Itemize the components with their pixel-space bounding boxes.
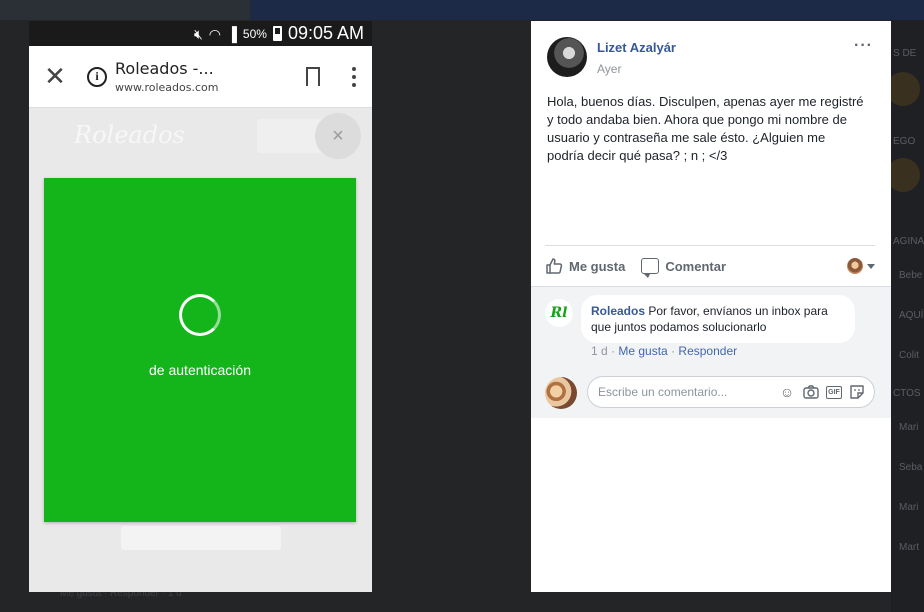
comment-input[interactable] [598, 385, 778, 399]
post-options-button[interactable]: ··· [854, 37, 873, 55]
author-name[interactable]: Lizet Azalyár [597, 40, 676, 55]
sticker-icon[interactable] [848, 383, 866, 401]
phone-screenshot[interactable]: 🔇︎ ◠ ▐ 50% 09:05 AM ✕ i Roleados -... ww… [29, 21, 372, 592]
comment-button[interactable]: Comentar [641, 258, 727, 278]
battery-percent: 50% [242, 26, 267, 41]
dimmed-right-item: Colit [899, 350, 920, 361]
close-icon[interactable]: ✕ [41, 61, 69, 92]
dimmed-right-item: Seba [899, 462, 923, 473]
comment-composer[interactable]: ☺︎ GIF [587, 376, 875, 408]
post-timestamp[interactable]: Ayer [597, 62, 676, 76]
dimmed-right-item: Bebe [899, 270, 923, 281]
modal-close-button[interactable]: × [315, 113, 361, 159]
dimmed-right-item: AGINA [893, 236, 924, 247]
dimmed-avatar [886, 72, 920, 106]
dimmed-right-item: S DE [893, 48, 917, 59]
comment-bubble: Roleados Por favor, envíanos un inbox pa… [581, 295, 855, 343]
bookmark-icon[interactable] [306, 67, 320, 88]
signal-icon: ▐ [226, 25, 237, 42]
composer-tools: ☺︎ GIF [778, 383, 866, 401]
facebook-post: Lizet Azalyár Ayer ··· Hola, buenos días… [531, 21, 891, 592]
more-options-icon[interactable] [352, 66, 356, 87]
dimmed-right-item: Mart [899, 542, 919, 553]
loading-spinner-icon [179, 294, 221, 336]
tab-title-block: Roleados -... www.roleados.com [115, 59, 306, 94]
screenshot: S DE EGO AGINA Bebe AQUÍ Colit CTOS Mari… [0, 0, 924, 612]
comment-age[interactable]: 1 d [591, 344, 608, 358]
tab-url: www.roleados.com [115, 81, 219, 94]
like-button[interactable]: Me gusta [545, 257, 625, 275]
comment-meta: 1 d · Me gusta · Responder [591, 344, 737, 358]
camera-icon[interactable] [802, 383, 820, 401]
dimmed-right-item: Mari [899, 422, 919, 433]
dimmed-search-area [0, 0, 250, 20]
comment-label: Comentar [665, 258, 727, 274]
comment-like-link[interactable]: Me gusta [618, 344, 667, 358]
info-icon[interactable]: i [87, 66, 107, 87]
separator: · [671, 344, 676, 358]
smiley-icon[interactable]: ☺︎ [778, 383, 796, 401]
dimmed-right-item: EGO [893, 136, 916, 147]
post-body: Hola, buenos días. Disculpen, apenas aye… [547, 94, 864, 163]
android-status-bar: 🔇︎ ◠ ▐ 50% 09:05 AM [29, 21, 372, 46]
comment-reply-link[interactable]: Responder [678, 344, 737, 358]
roleados-avatar[interactable]: Rl [545, 299, 573, 327]
auth-message: de autenticación [149, 362, 251, 378]
comment-icon [641, 258, 660, 278]
dimmed-right-item: Mari [899, 502, 919, 513]
wifi-icon: ◠ [208, 25, 221, 42]
custom-tab-toolbar: ✕ i Roleados -... www.roleados.com [29, 46, 372, 108]
page-avatar [847, 258, 863, 274]
like-label: Me gusta [569, 258, 626, 274]
dimmed-right-item: AQUÍ [899, 310, 924, 321]
separator: · [611, 344, 616, 358]
comment-author[interactable]: Roleados [591, 304, 645, 318]
author-block: Lizet Azalyár Ayer [597, 37, 676, 77]
dimmed-avatar [886, 158, 920, 192]
auth-loading-card: de autenticación [44, 178, 356, 522]
dimmed-right-item: CTOS [893, 388, 921, 399]
battery-icon [272, 26, 282, 41]
author-avatar[interactable] [547, 37, 587, 77]
faded-footer-button [121, 526, 281, 550]
gif-icon[interactable]: GIF [826, 385, 842, 399]
site-logo: Roleados [74, 121, 185, 149]
post-actions: Me gusta Comentar [545, 255, 875, 278]
chevron-down-icon [867, 263, 875, 269]
viewer-avatar [545, 377, 577, 409]
comments-section: Rl Roleados Por favor, envíanos un inbox… [531, 286, 891, 418]
post-header: Lizet Azalyár Ayer [547, 37, 676, 77]
clock: 09:05 AM [287, 23, 364, 43]
divider [545, 245, 875, 246]
thumbs-up-icon [546, 258, 563, 274]
post-as-selector[interactable] [847, 258, 875, 274]
tab-title: Roleados -... [115, 59, 214, 78]
mute-icon: 🔇︎ [193, 25, 203, 42]
